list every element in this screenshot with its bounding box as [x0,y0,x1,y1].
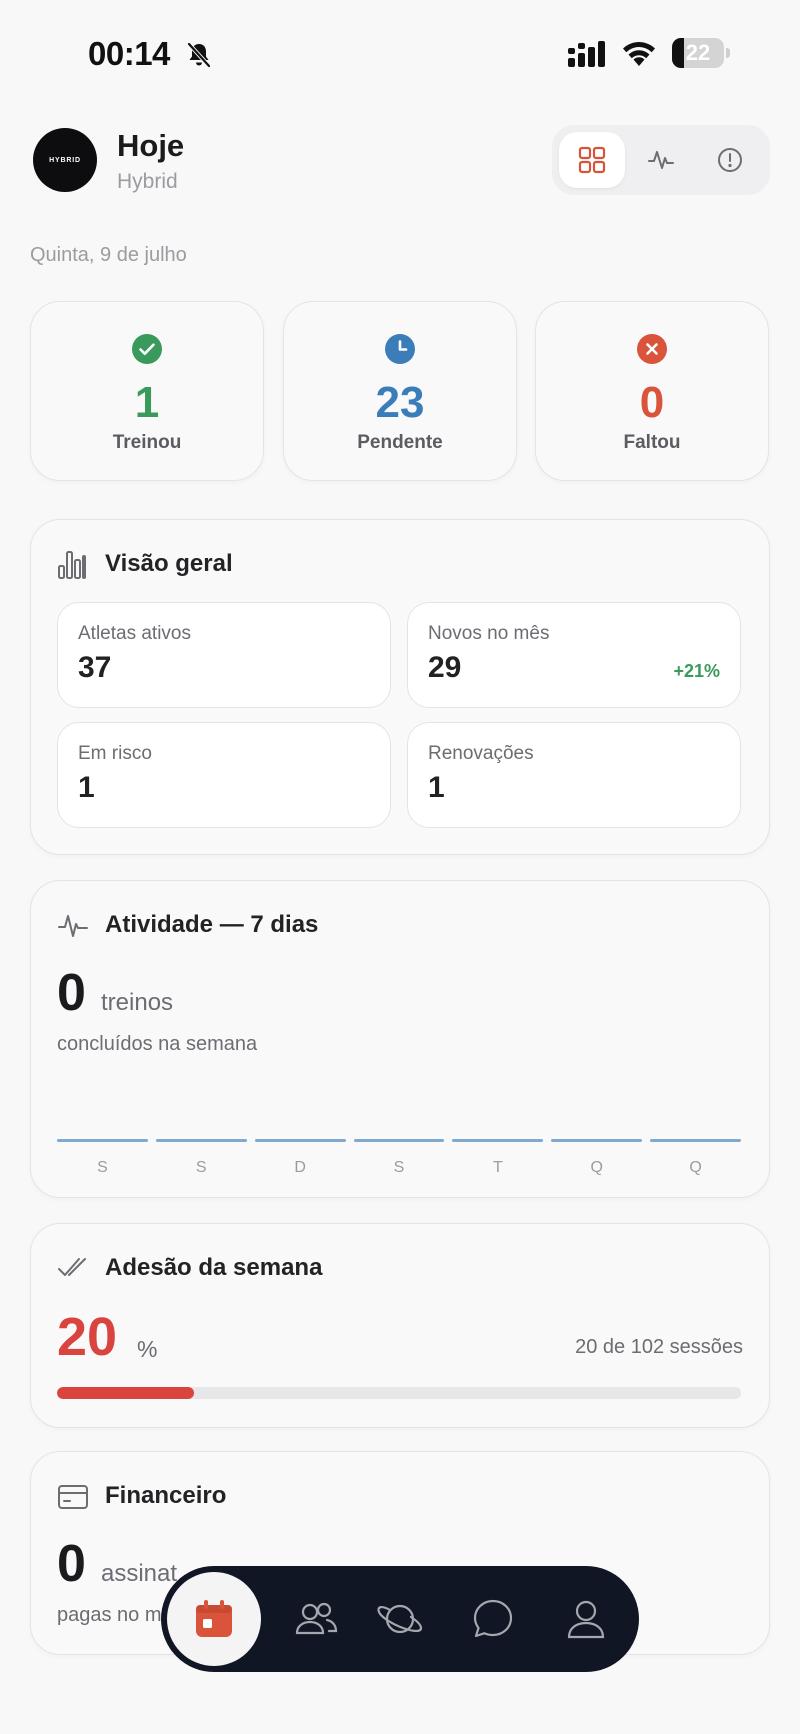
stat-card-pending[interactable]: 23 Pendente [283,301,517,481]
metric-value: 29 [428,651,462,684]
stat-card-trained[interactable]: 1 Treinou [30,301,264,481]
finance-count: 0 [57,1535,86,1593]
stat-value: 0 [639,378,665,427]
metric-value: 1 [78,771,95,804]
pulse-icon [58,915,88,937]
activity-day-label: T [492,1159,503,1176]
activity-bar [155,1139,247,1142]
activity-day-label: D [294,1159,306,1176]
signal-icon [568,41,605,67]
page-header: HYBRID Hoje Hybrid [30,122,770,202]
double-check-icon [58,1258,86,1276]
metric-label: Novos no mês [428,623,550,644]
adherence-percent: 20 [57,1307,118,1367]
adherence-sessions: 20 de 102 sessões [575,1336,743,1358]
metric-renewals[interactable]: Renovações 1 [407,722,741,828]
activity-count: 0 [57,964,86,1022]
nav-messages[interactable] [448,1566,538,1672]
section-title: Financeiro [105,1482,227,1509]
status-time: 00:14 [88,35,170,72]
metric-value: 1 [428,771,445,804]
view-switcher [552,125,770,195]
adherence-progress-fill [57,1387,194,1399]
chat-icon [473,1599,513,1638]
stat-value: 1 [134,378,160,427]
nav-profile[interactable] [541,1566,631,1672]
battery-indicator: 22 [672,38,730,70]
credit-card-icon [58,1485,88,1509]
bell-muted-icon [187,42,211,68]
stat-label: Faltou [623,432,681,453]
current-date: Quinta, 9 de julho [30,244,187,266]
check-circle-icon [132,334,162,364]
activity-view-button[interactable] [628,132,694,188]
activity-unit: treinos [101,989,174,1016]
metric-value: 37 [78,651,112,684]
finance-unit: assinat [101,1560,178,1587]
stat-card-missed[interactable]: 0 Faltou [535,301,769,481]
metric-at-risk[interactable]: Em risco 1 [57,722,391,828]
gym-logo: HYBRID [33,128,97,192]
alert-icon [718,148,742,172]
adherence-unit: % [137,1336,158,1362]
section-title: Visão geral [105,550,233,577]
activity-bar [57,1139,148,1142]
users-icon [295,1602,338,1635]
metric-label: Em risco [78,743,152,764]
battery-level: 22 [685,40,711,65]
metric-label: Renovações [428,743,534,764]
grid-view-button[interactable] [559,132,625,188]
nav-athletes[interactable] [271,1566,361,1672]
activity-day-label: S [393,1159,405,1176]
calendar-icon [196,1600,232,1637]
activity-chart: SSDSTQQ [57,1139,741,1179]
activity-day-label: Q [590,1159,603,1176]
activity-bar [452,1139,544,1142]
activity-day-label: S [97,1159,108,1176]
metric-label: Atletas ativos [78,623,191,644]
section-title: Adesão da semana [105,1254,323,1281]
metric-delta: +21% [673,661,720,681]
activity-subtitle: concluídos na semana [57,1033,258,1055]
overview-card: Visão geral Atletas ativos 37 Novos no m… [30,519,770,855]
grid-icon [578,146,606,174]
alerts-view-button[interactable] [697,132,763,188]
activity-bar [254,1139,346,1142]
bottom-navigation [161,1566,639,1672]
stat-value: 23 [375,378,425,427]
activity-day-label: S [195,1159,207,1176]
page-subtitle: Hybrid [117,170,178,193]
profile-icon [567,1600,605,1639]
finance-subtitle: pagas no m [57,1604,162,1626]
status-bar: 00:14 22 [0,0,800,110]
page-title: Hoje [117,128,185,163]
nav-calendar[interactable] [167,1572,261,1666]
metric-new-this-month[interactable]: Novos no mês 29 +21% [407,602,741,708]
bar-chart-icon [58,551,86,579]
planet-icon [377,1604,423,1634]
pulse-icon [648,151,674,169]
clock-icon [385,334,415,364]
nav-explore[interactable] [355,1566,445,1672]
stat-label: Pendente [357,432,443,453]
adherence-card: Adesão da semana 20 % 20 de 102 sessões [30,1223,770,1428]
section-title: Atividade — 7 dias [105,911,319,938]
adherence-progress-bar [57,1387,741,1399]
activity-card: Atividade — 7 dias 0 treinos concluídos … [30,880,770,1198]
wifi-icon [623,42,655,66]
metric-active-athletes[interactable]: Atletas ativos 37 [57,602,391,708]
activity-day-label: Q [689,1159,702,1176]
activity-bar [353,1139,445,1142]
x-circle-icon [637,334,667,364]
activity-bar [551,1139,643,1142]
activity-bar [650,1139,741,1142]
stat-label: Treinou [112,432,182,453]
